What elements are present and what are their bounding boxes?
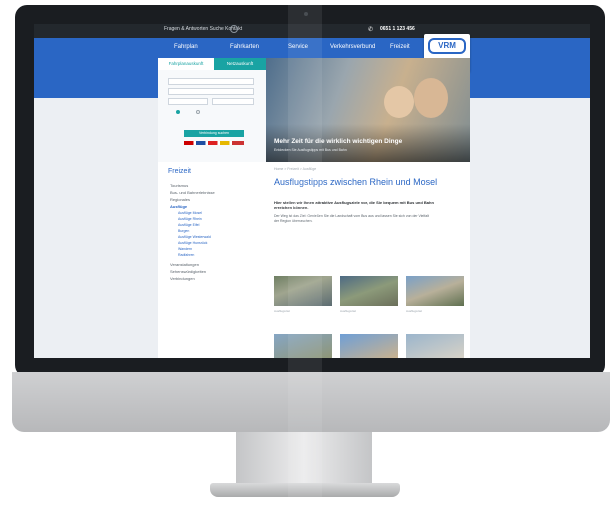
photo-caption: Ausflugsziel	[340, 309, 357, 313]
phone-icon: ✆	[368, 27, 374, 33]
hero-child	[384, 86, 414, 118]
sidebar-item[interactable]: Regionales	[170, 197, 190, 202]
sidebar-subitem[interactable]: Ausflüge Westerwald	[178, 235, 211, 239]
date-input[interactable]	[168, 98, 208, 105]
nav-item-fahrkarten[interactable]: Fahrkarten	[230, 44, 259, 50]
logo-mark: VRM	[428, 38, 466, 54]
photo-tile[interactable]	[340, 334, 398, 358]
nav-item-fahrplan[interactable]: Fahrplan	[174, 44, 198, 50]
tab-netzauskunft[interactable]: Netzauskunft	[214, 58, 266, 70]
sidebar-subitem[interactable]: Ausflüge Mosel	[178, 211, 202, 215]
language-flags[interactable]	[184, 141, 244, 145]
sidebar-item[interactable]: Veranstaltungen	[170, 262, 199, 267]
search-connection-button[interactable]: Verbindung suchen	[184, 130, 244, 137]
hero-adult	[414, 78, 448, 118]
arrival-radio[interactable]	[196, 110, 200, 114]
photo-caption: Ausflugsziel	[406, 309, 423, 313]
sidebar-subitem[interactable]: Burgen	[178, 229, 189, 233]
tab-fahrplanauskunft[interactable]: Fahrplanauskunft	[158, 58, 214, 70]
to-input[interactable]	[168, 88, 254, 95]
photo-tile[interactable]	[406, 276, 464, 306]
sidebar-item[interactable]: Verbindungen	[170, 276, 195, 281]
from-input[interactable]	[168, 78, 254, 85]
hotline-number: 0651 1 123 456	[380, 26, 415, 32]
sidebar-item[interactable]: Tourismus	[170, 183, 188, 188]
photo-tile[interactable]	[406, 334, 464, 358]
sidebar-subitem[interactable]: Ausflüge Hunsrück	[178, 241, 207, 245]
sidebar: Freizeit Tourismus Bus- und Bahnerlebnis…	[158, 162, 266, 358]
sidebar-subitem[interactable]: Radfahren	[178, 253, 194, 257]
sidebar-item[interactable]: Bus- und Bahnerlebnisse	[170, 190, 215, 195]
departure-radio[interactable]	[176, 110, 180, 114]
sidebar-subitem[interactable]: Ausflüge Eifel	[178, 223, 199, 227]
sidebar-item[interactable]: Sehenswürdigkeiten	[170, 269, 206, 274]
sidebar-subitem[interactable]: Wandern	[178, 247, 192, 251]
journey-planner	[158, 58, 266, 178]
sidebar-heading: Freizeit	[168, 168, 191, 175]
nav-item-freizeit[interactable]: Freizeit	[390, 44, 410, 50]
sidebar-subitem[interactable]: Ausflüge Rhein	[178, 217, 202, 221]
nav-item-verkehrsverbund[interactable]: Verkehrsverbund	[330, 44, 375, 50]
glare-overlay	[288, 0, 322, 505]
language-icon[interactable]	[230, 25, 238, 33]
time-input[interactable]	[212, 98, 254, 105]
sidebar-item-active[interactable]: Ausflüge	[170, 204, 187, 209]
photo-tile[interactable]	[340, 276, 398, 306]
